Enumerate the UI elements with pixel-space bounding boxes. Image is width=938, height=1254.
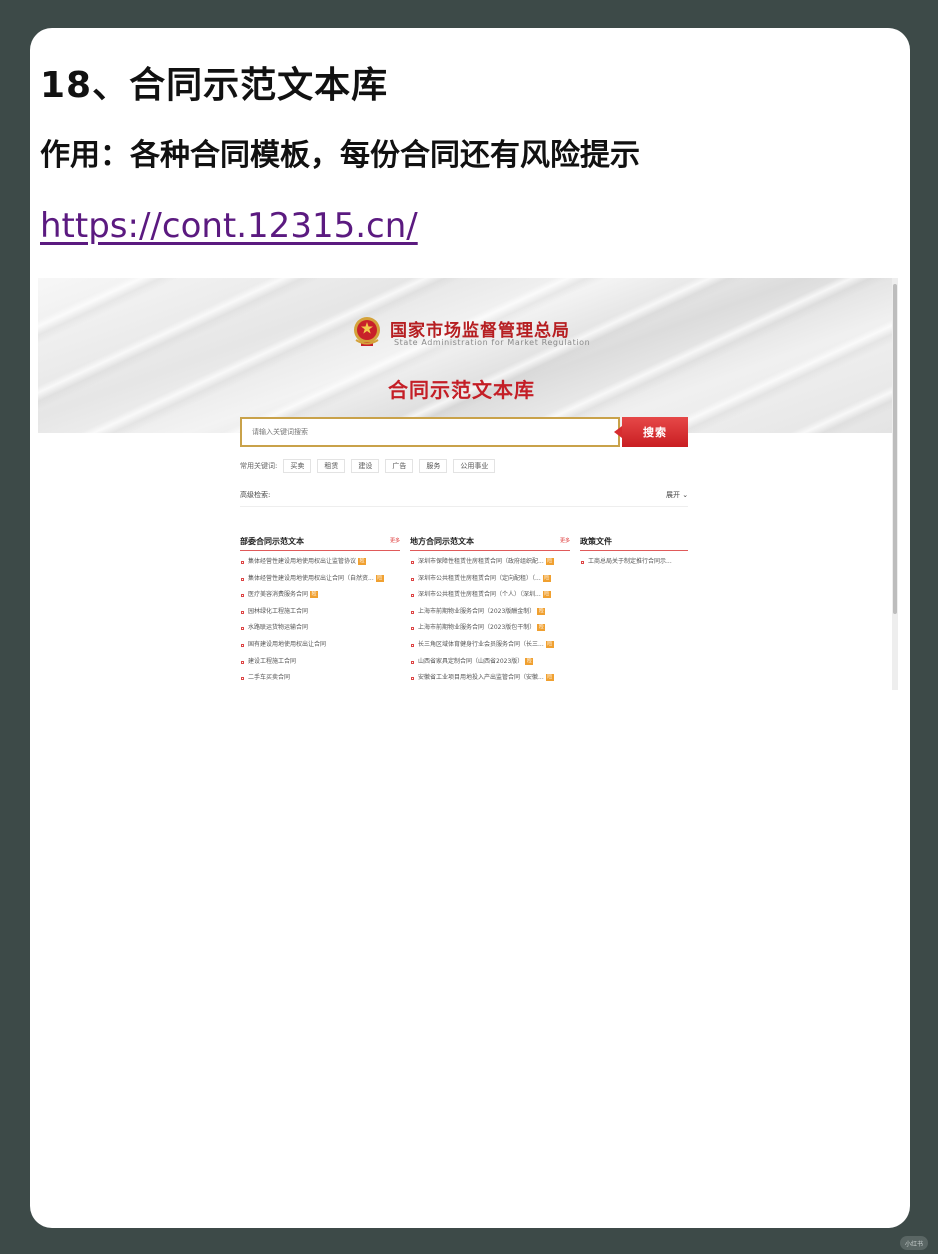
library-title: 合同示范文本库 xyxy=(388,378,535,402)
keyword-chip[interactable]: 广告 xyxy=(385,459,414,473)
scrollbar[interactable] xyxy=(892,278,898,690)
column-policy: 政策文件 工商总局关于制定推行合同示... xyxy=(580,536,688,571)
org-name-en: State Administration for Market Regulati… xyxy=(394,338,591,347)
column-header: 地方合同示范文本 更多 xyxy=(410,536,570,551)
risk-badge: 险 xyxy=(525,657,534,665)
advanced-search-label: 高级检索: xyxy=(240,491,271,499)
contract-list: 深圳市保障性租赁住房租赁合同（政府组织配... 险 深圳市公共租赁住房租赁合同（定… xyxy=(410,554,570,687)
column-title: 政策文件 xyxy=(580,537,612,546)
search-input[interactable] xyxy=(242,419,638,445)
keyword-chip[interactable]: 买卖 xyxy=(283,459,312,473)
expand-toggle[interactable]: 展开 ⌄ xyxy=(666,490,688,500)
risk-badge: 险 xyxy=(545,640,554,648)
list-item[interactable]: 集体经营性建设用地使用权出让合同（自然资... 险 xyxy=(240,571,400,588)
post-title: 18、合同示范文本库 xyxy=(40,65,389,106)
risk-badge: 险 xyxy=(358,558,367,565)
list-item[interactable]: 工商总局关于制定推行合同示... xyxy=(580,554,688,571)
keywords-row: 常用关键词: 买卖 租赁 建设 广告 服务 公用事业 xyxy=(240,459,496,473)
more-link[interactable]: 更多 xyxy=(560,537,570,544)
risk-badge: 险 xyxy=(542,574,551,582)
list-item[interactable]: 山西省家具定制合同（山西省2023版）险 xyxy=(410,654,570,671)
list-item[interactable]: 安徽省工业项目用地投入产出监管合同（安徽... 险 xyxy=(410,670,570,687)
list-item[interactable]: 深圳市保障性租赁住房租赁合同（政府组织配... 险 xyxy=(410,554,570,571)
list-item[interactable]: 长三角区域体育健身行业会员服务合同（长三... 险 xyxy=(410,637,570,654)
risk-badge: 险 xyxy=(545,558,554,565)
list-item[interactable]: 国有建设用地使用权出让合同 xyxy=(240,637,400,654)
keyword-chip[interactable]: 公用事业 xyxy=(453,459,496,473)
hero-banner xyxy=(38,278,892,433)
search-button[interactable]: 搜索 xyxy=(614,417,688,447)
site-url-link[interactable]: https://cont.12315.cn/ xyxy=(40,206,418,246)
risk-badge: 险 xyxy=(545,674,554,682)
list-item[interactable]: 二手车买卖合同 xyxy=(240,670,400,687)
watermark: 小红书 xyxy=(900,1236,928,1250)
column-ministry: 部委合同示范文本 更多 集体经营性建设用地使用权出让监管协议险 集体经营性建设用… xyxy=(240,536,400,687)
column-local: 地方合同示范文本 更多 深圳市保障性租赁住房租赁合同（政府组织配... 险 深圳市… xyxy=(410,536,570,687)
risk-badge: 险 xyxy=(537,607,546,615)
keyword-chip[interactable]: 服务 xyxy=(419,459,448,473)
more-link[interactable]: 更多 xyxy=(390,537,400,544)
risk-badge: 险 xyxy=(537,624,546,632)
list-item[interactable]: 集体经营性建设用地使用权出让监管协议险 xyxy=(240,554,400,571)
divider xyxy=(240,506,688,507)
list-item[interactable]: 深圳市公共租赁住房租赁合同（定向配租）（... 险 xyxy=(410,571,570,588)
contract-list: 集体经营性建设用地使用权出让监管协议险 集体经营性建设用地使用权出让合同（自然资… xyxy=(240,554,400,687)
scrollbar-thumb[interactable] xyxy=(893,284,897,614)
keyword-chip[interactable]: 建设 xyxy=(351,459,380,473)
list-item[interactable]: 上海市前期物业服务合同（2023版酬金制）险 xyxy=(410,604,570,621)
list-item[interactable]: 上海市前期物业服务合同（2023版包干制）险 xyxy=(410,620,570,637)
risk-badge: 险 xyxy=(375,574,384,582)
keyword-chip[interactable]: 租赁 xyxy=(317,459,346,473)
column-header: 部委合同示范文本 更多 xyxy=(240,536,400,551)
list-item[interactable]: 深圳市公共租赁住房租赁合同（个人）（深圳... 险 xyxy=(410,587,570,604)
list-item[interactable]: 医疗美容消费服务合同险 xyxy=(240,587,400,604)
list-item[interactable]: 建设工程施工合同 xyxy=(240,654,400,671)
policy-list: 工商总局关于制定推行合同示... xyxy=(580,554,688,571)
list-item[interactable]: 园林绿化工程施工合同 xyxy=(240,604,400,621)
risk-badge: 险 xyxy=(542,591,551,599)
list-item[interactable]: 水路联运货物运输合同 xyxy=(240,620,400,637)
search-box xyxy=(240,417,638,447)
keywords-label: 常用关键词: xyxy=(240,462,278,470)
column-header: 政策文件 xyxy=(580,536,688,551)
national-emblem-icon xyxy=(354,317,380,346)
column-title: 部委合同示范文本 xyxy=(240,537,304,546)
risk-badge: 险 xyxy=(310,591,319,599)
website-screenshot: 国家市场监督管理总局 State Administration for Mark… xyxy=(38,278,898,690)
post-card: 18、合同示范文本库 作用：各种合同模板，每份合同还有风险提示 https://… xyxy=(30,28,910,1228)
column-title: 地方合同示范文本 xyxy=(410,537,474,546)
post-purpose: 作用：各种合同模板，每份合同还有风险提示 xyxy=(40,138,640,173)
